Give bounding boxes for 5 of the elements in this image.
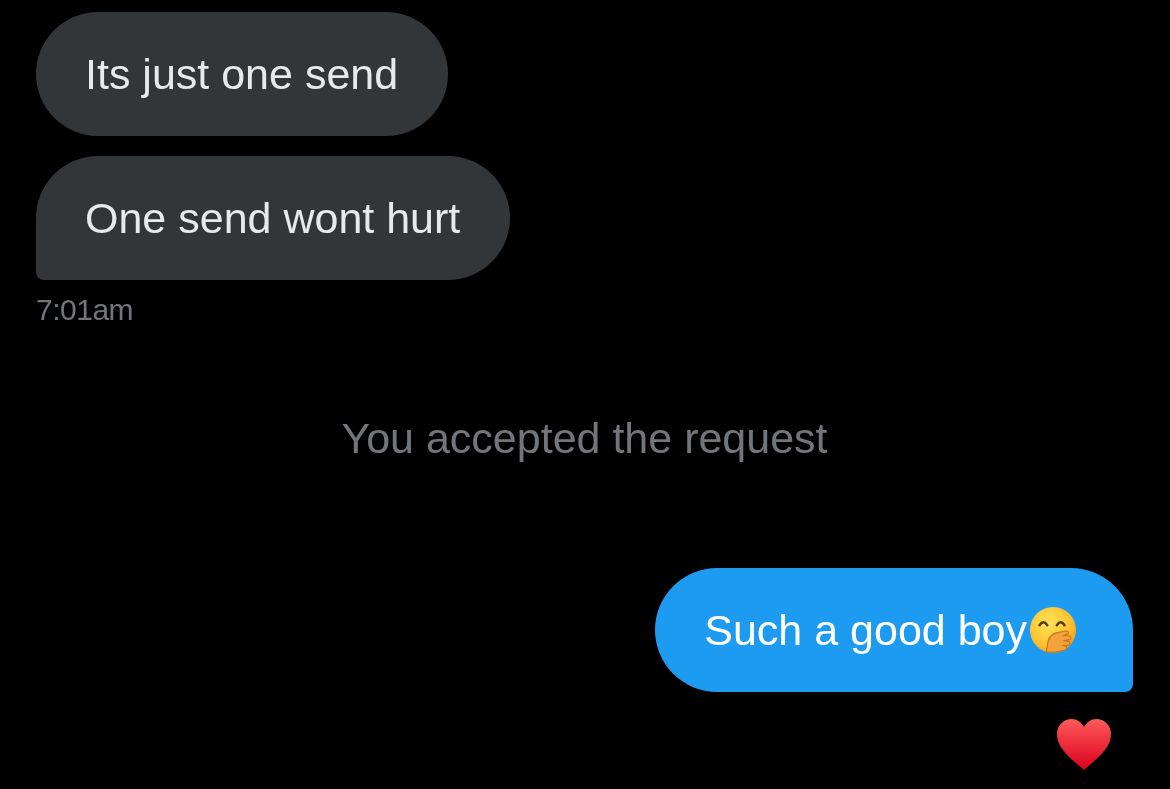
message-text: Its just one send <box>85 49 399 99</box>
message-text: Such a good boy <box>704 605 1027 655</box>
message-text: One send wont hurt <box>85 193 461 243</box>
message-timestamp: 7:01am <box>36 292 134 328</box>
system-notice: You accepted the request <box>341 413 828 463</box>
